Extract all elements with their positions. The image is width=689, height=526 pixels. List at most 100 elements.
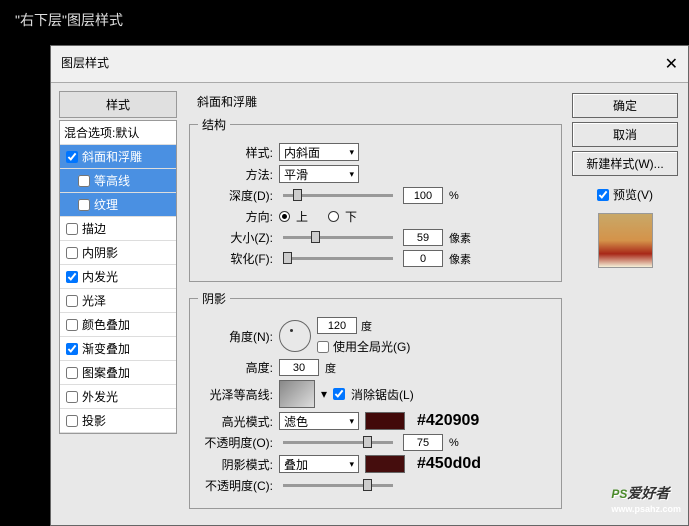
style-label-10: 外发光 xyxy=(82,388,118,405)
style-checkbox-0[interactable] xyxy=(66,151,78,163)
dialog-title: 图层样式 xyxy=(61,54,109,74)
style-label-4: 内阴影 xyxy=(82,244,118,261)
angle-dial[interactable] xyxy=(279,320,311,352)
structure-group: 结构 样式: 内斜面 方法: 平滑 深度(D): % 方向: xyxy=(189,116,562,282)
style-item-0[interactable]: 斜面和浮雕 xyxy=(60,145,176,169)
global-light-label: 使用全局光(G) xyxy=(333,338,410,355)
direction-down-label: 下 xyxy=(345,208,357,225)
style-checkbox-4[interactable] xyxy=(66,247,78,259)
style-checkbox-7[interactable] xyxy=(66,319,78,331)
style-checkbox-3[interactable] xyxy=(66,223,78,235)
technique-label: 方法: xyxy=(198,166,273,183)
ok-button[interactable]: 确定 xyxy=(572,93,678,118)
highlight-opacity-input[interactable] xyxy=(403,434,443,451)
size-input[interactable] xyxy=(403,229,443,246)
angle-input[interactable] xyxy=(317,317,357,334)
highlight-mode-label: 高光模式: xyxy=(198,413,273,430)
preview-label: 预览(V) xyxy=(613,186,653,203)
highlight-opacity-slider[interactable] xyxy=(283,441,393,444)
structure-legend: 结构 xyxy=(198,116,230,133)
style-checkbox-6[interactable] xyxy=(66,295,78,307)
style-item-4[interactable]: 内阴影 xyxy=(60,241,176,265)
shadow-opacity-label: 不透明度(C): xyxy=(198,477,273,494)
highlight-mode-select[interactable]: 滤色 xyxy=(279,412,359,430)
style-item-8[interactable]: 渐变叠加 xyxy=(60,337,176,361)
shadow-legend: 阴影 xyxy=(198,290,230,307)
style-item-7[interactable]: 颜色叠加 xyxy=(60,313,176,337)
altitude-unit: 度 xyxy=(325,360,336,376)
highlight-opacity-unit: % xyxy=(449,437,459,449)
soften-unit: 像素 xyxy=(449,251,471,267)
highlight-color-swatch[interactable] xyxy=(365,412,405,430)
direction-up-label: 上 xyxy=(296,208,308,225)
style-checkbox-9[interactable] xyxy=(66,367,78,379)
style-checkbox-1[interactable] xyxy=(78,175,90,187)
style-checkbox-2[interactable] xyxy=(78,199,90,211)
depth-input[interactable] xyxy=(403,187,443,204)
style-item-9[interactable]: 图案叠加 xyxy=(60,361,176,385)
gloss-contour-picker[interactable] xyxy=(279,380,315,408)
contour-arrow-icon[interactable]: ▾ xyxy=(321,387,327,401)
style-checkbox-8[interactable] xyxy=(66,343,78,355)
size-slider[interactable] xyxy=(283,236,393,239)
style-label-3: 描边 xyxy=(82,220,106,237)
preview-checkbox[interactable] xyxy=(597,189,609,201)
size-unit: 像素 xyxy=(449,230,471,246)
style-label-9: 图案叠加 xyxy=(82,364,130,381)
style-checkbox-10[interactable] xyxy=(66,391,78,403)
depth-unit: % xyxy=(449,190,459,202)
global-light-checkbox[interactable] xyxy=(317,341,329,353)
style-item-5[interactable]: 内发光 xyxy=(60,265,176,289)
style-select[interactable]: 内斜面 xyxy=(279,143,359,161)
buttons-panel: 确定 取消 新建样式(W)... 预览(V) xyxy=(570,91,680,517)
style-label-8: 渐变叠加 xyxy=(82,340,130,357)
antialias-checkbox[interactable] xyxy=(333,388,345,400)
close-icon[interactable]: ✕ xyxy=(665,54,678,74)
highlight-opacity-label: 不透明度(O): xyxy=(198,434,273,451)
soften-input[interactable] xyxy=(403,250,443,267)
style-label: 样式: xyxy=(198,144,273,161)
blend-options-row[interactable]: 混合选项:默认 xyxy=(60,121,176,145)
shadow-color-swatch[interactable] xyxy=(365,455,405,473)
preview-thumbnail xyxy=(598,213,653,268)
style-label-2: 纹理 xyxy=(94,196,118,213)
watermark: PS爱好者 www.psahz.com xyxy=(611,478,681,514)
shadow-mode-label: 阴影模式: xyxy=(198,456,273,473)
direction-label: 方向: xyxy=(198,208,273,225)
direction-up-radio[interactable] xyxy=(279,211,290,222)
section-title: 斜面和浮雕 xyxy=(189,91,562,114)
style-item-1[interactable]: 等高线 xyxy=(60,169,176,193)
styles-header[interactable]: 样式 xyxy=(59,91,177,118)
style-label-1: 等高线 xyxy=(94,172,130,189)
shadow-mode-select[interactable]: 叠加 xyxy=(279,455,359,473)
altitude-input[interactable] xyxy=(279,359,319,376)
depth-slider[interactable] xyxy=(283,194,393,197)
style-item-3[interactable]: 描边 xyxy=(60,217,176,241)
style-label-0: 斜面和浮雕 xyxy=(82,148,142,165)
altitude-label: 高度: xyxy=(198,359,273,376)
new-style-button[interactable]: 新建样式(W)... xyxy=(572,151,678,176)
size-label: 大小(Z): xyxy=(198,229,273,246)
angle-label: 角度(N): xyxy=(198,328,273,345)
style-item-10[interactable]: 外发光 xyxy=(60,385,176,409)
depth-label: 深度(D): xyxy=(198,187,273,204)
highlight-hex: #420909 xyxy=(417,412,479,430)
style-item-11[interactable]: 投影 xyxy=(60,409,176,433)
shadow-opacity-slider[interactable] xyxy=(283,484,393,487)
technique-select[interactable]: 平滑 xyxy=(279,165,359,183)
antialias-label: 消除锯齿(L) xyxy=(351,386,414,403)
style-label-5: 内发光 xyxy=(82,268,118,285)
dialog-header: 图层样式 ✕ xyxy=(51,46,688,83)
style-label-6: 光泽 xyxy=(82,292,106,309)
style-item-6[interactable]: 光泽 xyxy=(60,289,176,313)
style-label-11: 投影 xyxy=(82,412,106,429)
style-checkbox-11[interactable] xyxy=(66,415,78,427)
shadow-hex: #450d0d xyxy=(417,455,481,473)
direction-down-radio[interactable] xyxy=(328,211,339,222)
soften-label: 软化(F): xyxy=(198,250,273,267)
cancel-button[interactable]: 取消 xyxy=(572,122,678,147)
soften-slider[interactable] xyxy=(283,257,393,260)
style-item-2[interactable]: 纹理 xyxy=(60,193,176,217)
style-checkbox-5[interactable] xyxy=(66,271,78,283)
angle-unit: 度 xyxy=(361,318,372,334)
